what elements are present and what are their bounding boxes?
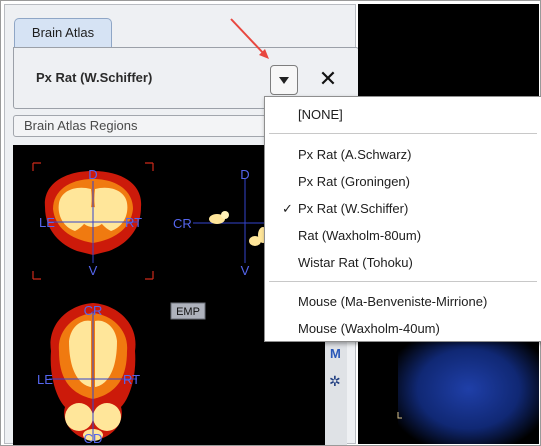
side-toolbar: M ✲ xyxy=(325,340,347,445)
atlas-dropdown-menu: [NONE] Px Rat (A.Schwarz) Px Rat (Gronin… xyxy=(264,96,541,342)
tab-brain-atlas[interactable]: Brain Atlas xyxy=(14,18,112,47)
close-icon[interactable]: ✕ xyxy=(314,65,342,95)
coronal-label-right: RT xyxy=(125,215,142,230)
menu-item-mouse-waxholm[interactable]: Mouse (Waxholm-40um) xyxy=(298,321,440,336)
menu-item-px-rat-schwarz[interactable]: Px Rat (A.Schwarz) xyxy=(298,147,411,162)
atlas-dropdown-button[interactable] xyxy=(270,65,298,95)
coronal-label-left: LE xyxy=(39,215,55,230)
menu-separator xyxy=(269,133,537,134)
menu-item-mouse-ma-benveniste[interactable]: Mouse (Ma-Benveniste-Mirrione) xyxy=(298,294,487,309)
brain-atlas-regions-field[interactable]: Brain Atlas Regions xyxy=(13,115,283,137)
sagittal-view: D V CR xyxy=(173,167,271,278)
sagittal-label-bottom: V xyxy=(241,263,250,278)
dropdown-arrow-icon xyxy=(279,77,289,84)
emp-label: EMP xyxy=(176,306,200,318)
selected-atlas-label: Px Rat (W.Schiffer) xyxy=(36,70,153,85)
axial-label-right: RT xyxy=(123,372,140,387)
menu-item-none[interactable]: [NONE] xyxy=(298,107,343,122)
annotation-arrow-icon xyxy=(230,18,269,59)
axial-view: CR CD LE RT xyxy=(37,303,140,445)
menu-item-px-rat-schiffer[interactable]: Px Rat (W.Schiffer) xyxy=(298,201,408,216)
axial-label-top: CR xyxy=(84,303,103,318)
menu-item-px-rat-groningen[interactable]: Px Rat (Groningen) xyxy=(298,174,410,189)
axial-label-bottom: CD xyxy=(84,431,103,445)
coronal-label-top: D xyxy=(88,167,97,182)
menu-item-rat-waxholm[interactable]: Rat (Waxholm-80um) xyxy=(298,228,421,243)
coronal-label-bottom: V xyxy=(89,263,98,278)
coronal-view: D V LE RT xyxy=(32,162,154,280)
m-button[interactable]: M xyxy=(330,346,341,361)
gear-icon[interactable]: ✲ xyxy=(329,373,341,390)
menu-item-wistar-rat[interactable]: Wistar Rat (Tohoku) xyxy=(298,255,413,270)
sagittal-label-left: CR xyxy=(173,216,192,231)
menu-separator xyxy=(269,281,537,282)
checkmark-icon: ✓ xyxy=(282,201,293,216)
sagittal-label-top: D xyxy=(240,167,249,182)
axial-label-left: LE xyxy=(37,372,53,387)
